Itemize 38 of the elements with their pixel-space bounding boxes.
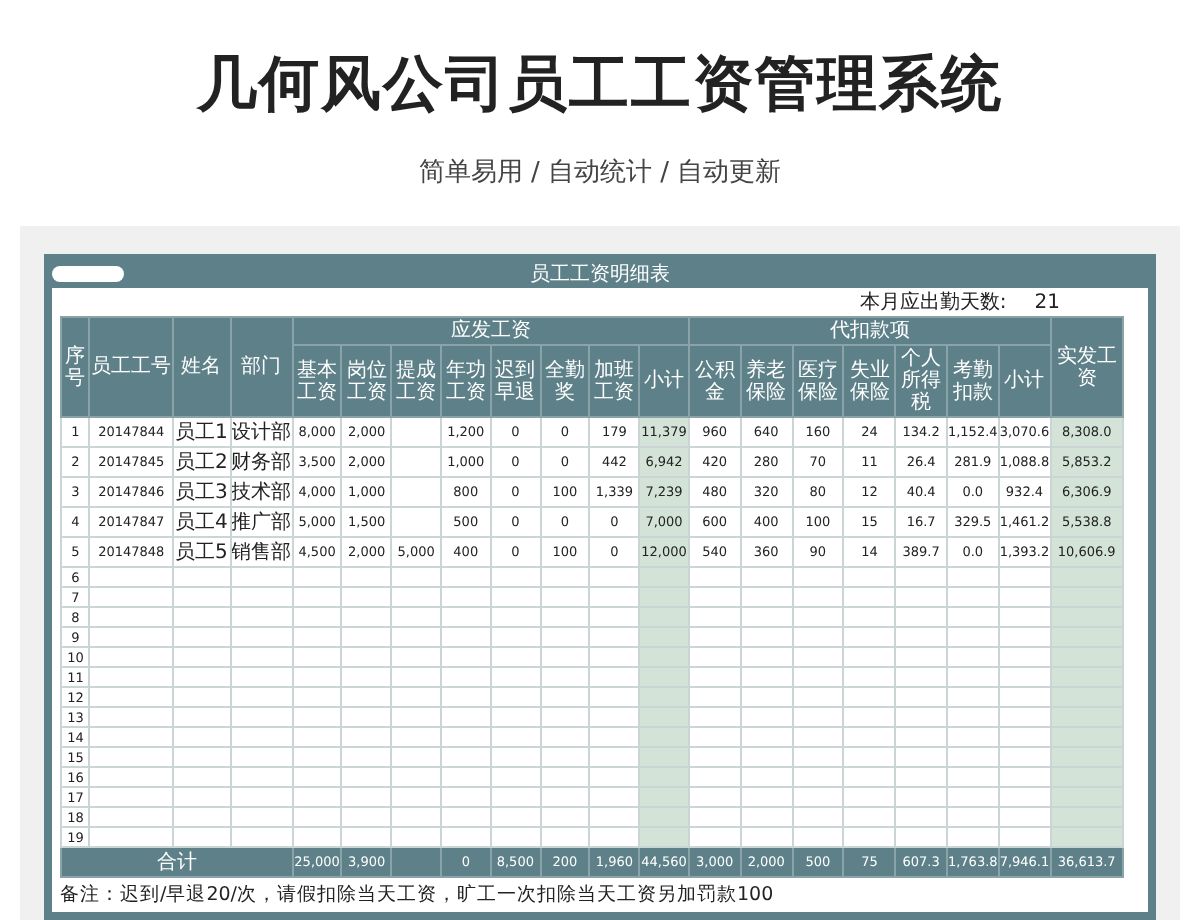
column-header: 小计	[998, 345, 1051, 417]
attendance-label: 本月应出勤天数:	[859, 289, 1007, 316]
table-cell: 设计部	[230, 417, 293, 447]
column-header: 考勤扣款	[946, 345, 999, 417]
attendance-value: 21	[1034, 291, 1060, 313]
column-header: 养老保险	[740, 345, 793, 417]
note-text: 备注：迟到/早退20/次，请假扣除当天工资，旷工一次扣除当天工资另加罚款100	[60, 882, 776, 908]
sheet-title: 员工工资明细表	[530, 261, 670, 288]
column-header: 失业保险	[843, 345, 896, 417]
table-cell: 财务部	[230, 447, 293, 477]
column-header: 姓名	[172, 317, 231, 417]
table-cell: 员工4	[172, 507, 231, 537]
column-header: 全勤奖	[540, 345, 590, 417]
column-header: 部门	[230, 317, 293, 417]
column-header: 加班工资	[589, 345, 640, 417]
page-title: 几何风公司员工工资管理系统	[197, 48, 1003, 124]
column-header: 岗位工资	[341, 345, 392, 417]
column-header: 年功工资	[441, 345, 491, 417]
column-header: 迟到早退	[490, 345, 541, 417]
column-header: 基本工资	[292, 345, 342, 417]
group-header: 应发工资	[292, 317, 689, 345]
column-header: 个人所得税	[895, 345, 947, 417]
table-cell: 推广部	[230, 507, 293, 537]
table-cell: 员工2	[172, 447, 231, 477]
column-header: 医疗保险	[792, 345, 844, 417]
column-header: 公积金	[688, 345, 741, 417]
total-label: 合计	[61, 847, 293, 877]
table-cell: 员工1	[172, 417, 231, 447]
column-header: 提成工资	[391, 345, 441, 417]
column-header: 员工工号	[89, 317, 173, 417]
column-header: 实发工资	[1050, 317, 1123, 417]
table-cell: 员工5	[172, 537, 231, 567]
group-header: 代扣款项	[688, 317, 1051, 345]
column-header: 小计	[639, 345, 689, 417]
toolbar-button[interactable]	[52, 266, 124, 282]
table-cell: 员工3	[172, 477, 231, 507]
subtitle: 简单易用 / 自动统计 / 自动更新	[418, 156, 782, 190]
column-header: 序号	[61, 317, 90, 417]
